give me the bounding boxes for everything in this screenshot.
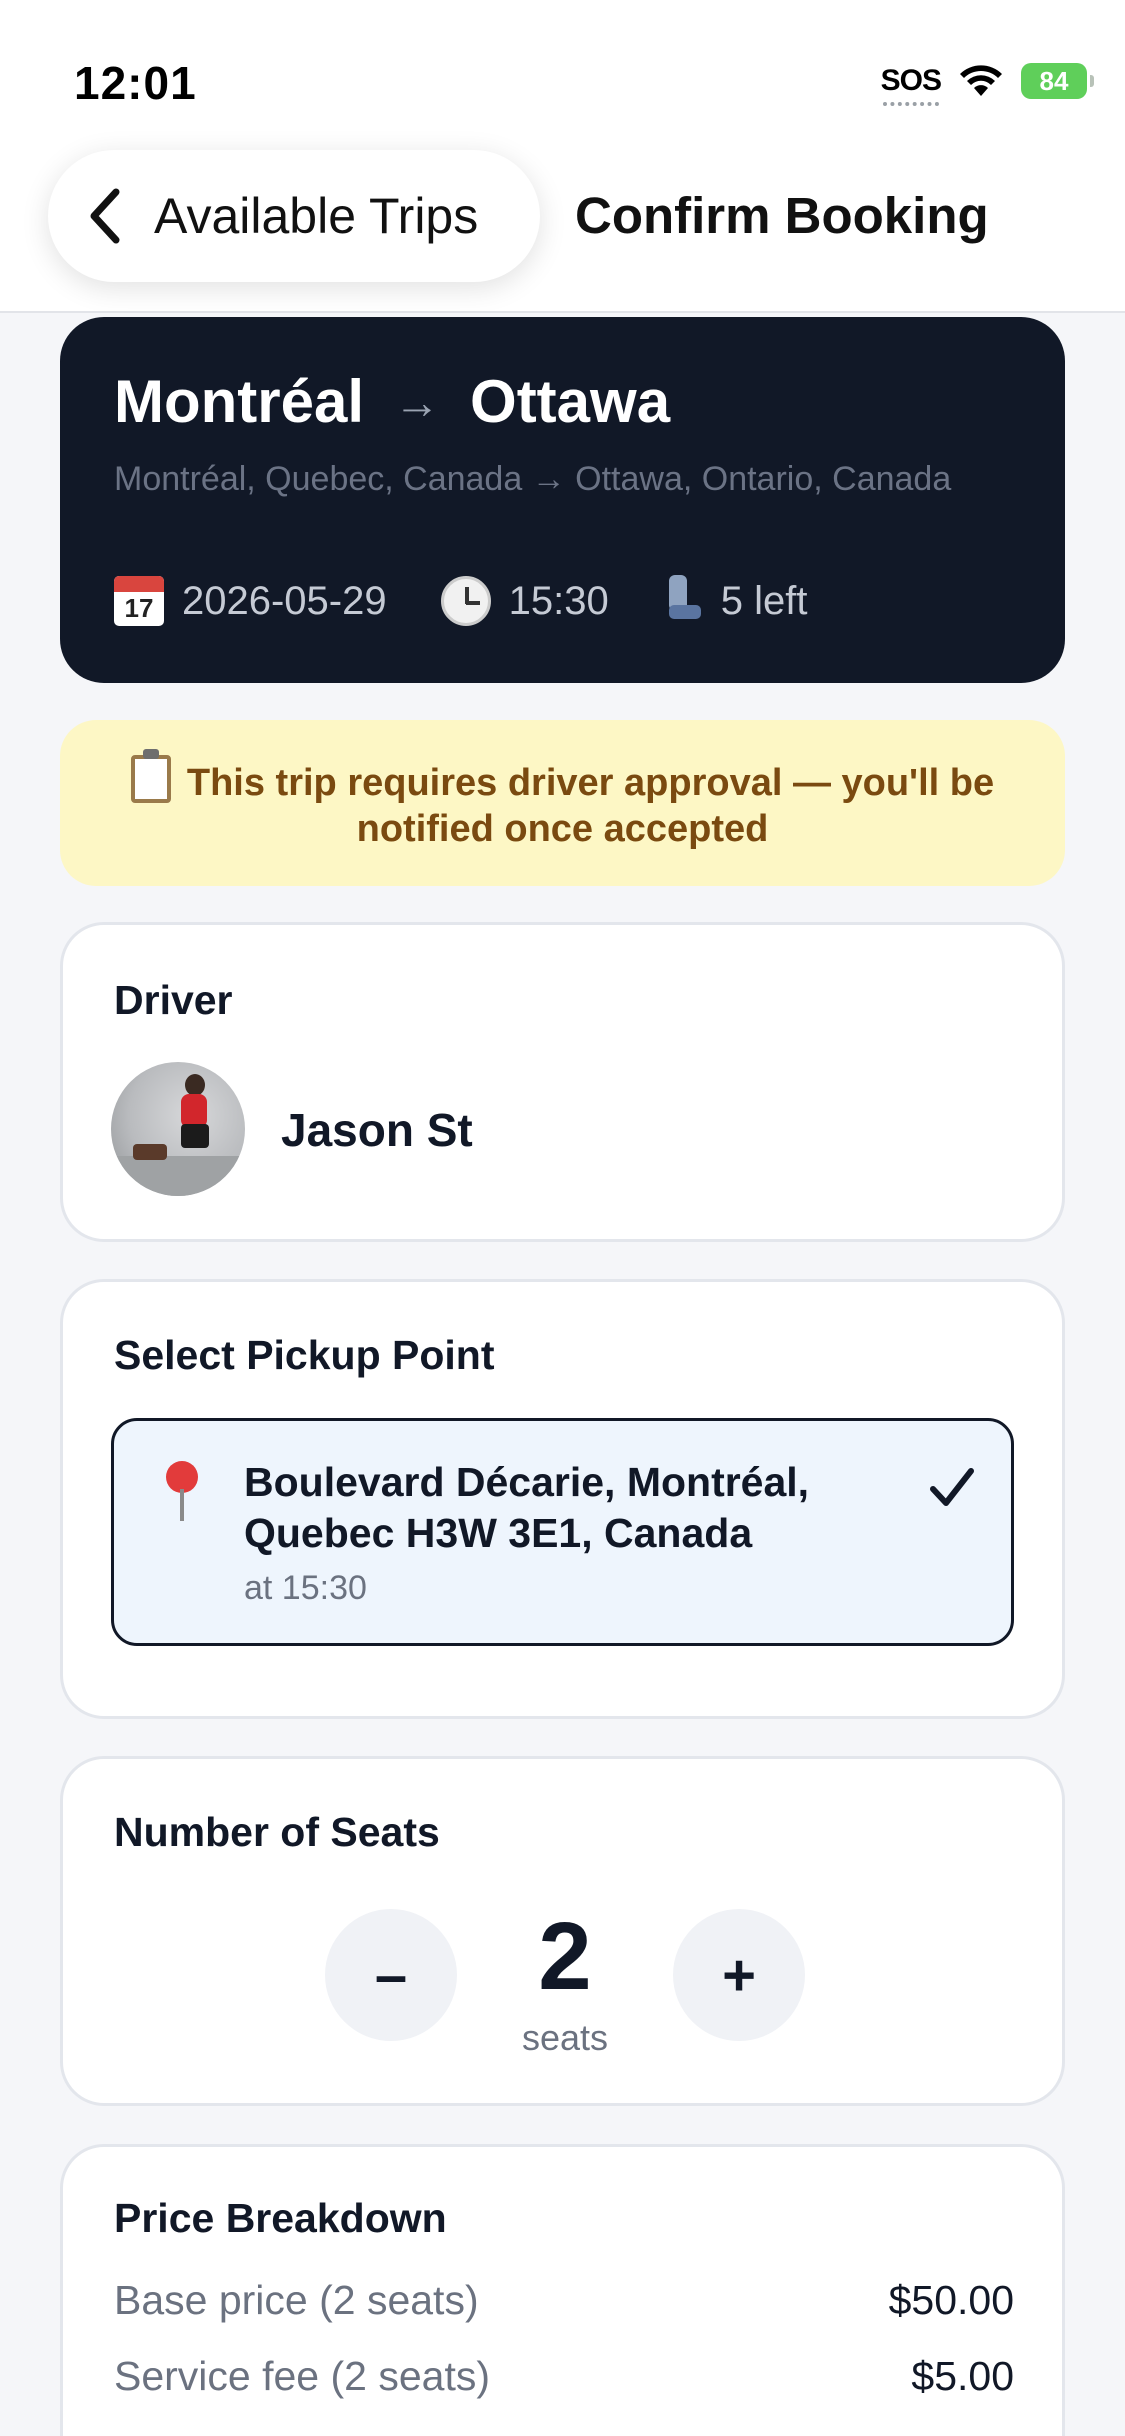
increase-seats-button[interactable]: + (673, 1909, 805, 2041)
price-section-title: Price Breakdown (114, 2195, 447, 2241)
approval-banner: This trip requires driver approval — you… (60, 720, 1065, 886)
calendar-icon: 17 (114, 576, 164, 626)
pickup-address: Boulevard Décarie, Montréal, Quebec H3W … (244, 1459, 810, 1556)
price-row-value: $50.00 (888, 2277, 1014, 2323)
pickup-card: Select Pickup Point Boulevard Décarie, M… (60, 1279, 1065, 1719)
trip-time: 15:30 (440, 576, 609, 626)
trip-seats-left: 5 left (663, 575, 808, 627)
arrow-right-icon: → (394, 375, 441, 428)
pickup-section-title: Select Pickup Point (114, 1332, 495, 1378)
price-row: Base price (2 seats) $50.00 (114, 2277, 1014, 2324)
trip-time-value: 15:30 (508, 578, 609, 623)
seat-icon (663, 575, 703, 627)
clipboard-icon (130, 748, 171, 803)
price-row: Service fee (2 seats) $5.00 (114, 2353, 1014, 2400)
status-time: 12:01 (74, 57, 197, 109)
pickup-option-selected[interactable]: Boulevard Décarie, Montréal, Quebec H3W … (111, 1418, 1014, 1646)
driver-avatar (111, 1062, 245, 1196)
full-route: Montréal, Quebec, Canada → Ottawa, Ontar… (114, 460, 952, 498)
trip-meta: 17 2026-05-29 15:30 5 left (114, 575, 807, 627)
seats-left-value: 5 left (720, 578, 808, 623)
seats-section-title: Number of Seats (114, 1809, 440, 1855)
map-pin-icon (162, 1461, 202, 1525)
seat-count: 2 (538, 1903, 592, 2010)
driver-name: Jason St (281, 1104, 473, 1156)
clock-icon (440, 576, 491, 626)
wifi-icon (960, 65, 1002, 96)
trip-date: 17 2026-05-29 (114, 576, 387, 626)
approval-text: This trip requires driver approval — you… (186, 761, 995, 850)
battery-icon: 84 (1021, 63, 1094, 99)
sos-indicator: SOS (880, 64, 942, 106)
decrease-seats-button[interactable]: – (325, 1909, 457, 2041)
top-bar: 12:01 SOS 84 Available Trips Confirm Boo… (0, 0, 1125, 313)
seat-unit-label: seats (521, 2017, 609, 2058)
price-row-value: $5.00 (911, 2353, 1014, 2399)
trip-summary-card: Montréal → Ottawa Montréal, Quebec, Cana… (60, 317, 1065, 683)
driver-section-title: Driver (114, 977, 233, 1023)
price-row-label: Base price (2 seats) (114, 2277, 479, 2323)
back-button-label: Available Trips (154, 188, 479, 244)
origin-city: Montréal (114, 368, 365, 435)
status-indicators: SOS 84 (880, 60, 1094, 106)
trip-date-value: 2026-05-29 (182, 578, 387, 623)
calendar-icon-day: 17 (124, 593, 154, 623)
destination-city: Ottawa (470, 368, 671, 435)
battery-level: 84 (1039, 65, 1069, 96)
page-title: Confirm Booking (575, 187, 989, 244)
driver-card: Driver Jason St (60, 922, 1065, 1242)
approval-text-wrap: This trip requires driver approval — you… (100, 748, 1025, 852)
pickup-time: at 15:30 (244, 1569, 367, 1607)
chevron-left-icon (90, 188, 120, 244)
price-row-label: Service fee (2 seats) (114, 2353, 490, 2399)
back-button[interactable]: Available Trips (48, 150, 540, 282)
checkmark-icon (930, 1468, 974, 1506)
seats-card: Number of Seats – 2 seats + (60, 1756, 1065, 2106)
price-card: Price Breakdown Base price (2 seats) $50… (60, 2144, 1065, 2436)
route-heading: Montréal → Ottawa (114, 367, 670, 436)
